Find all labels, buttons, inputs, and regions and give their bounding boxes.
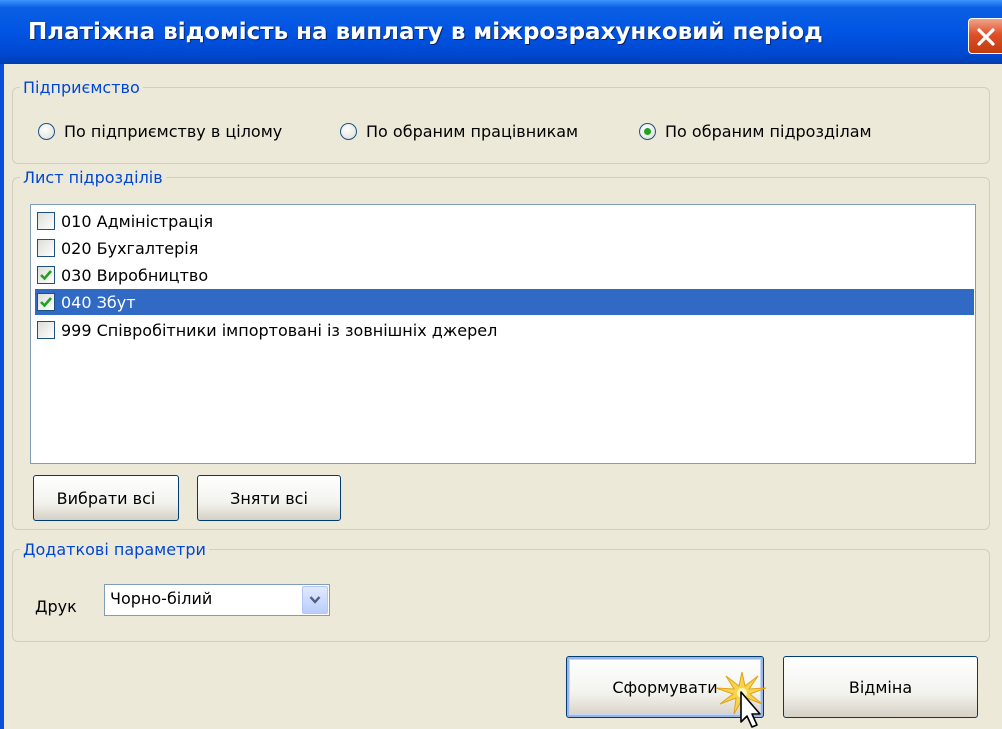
checkbox[interactable] bbox=[37, 321, 55, 339]
list-item-label: 020 Бухгалтерія bbox=[61, 238, 199, 258]
list-item-label: 040 Збут bbox=[61, 292, 136, 312]
close-button[interactable] bbox=[968, 18, 1002, 54]
radio-label: По підприємству в цілому bbox=[64, 121, 283, 141]
dropdown-button[interactable] bbox=[302, 586, 328, 614]
payroll-dialog: Платіжна відомість на виплату в міжрозра… bbox=[0, 0, 1002, 729]
list-item[interactable]: 030 Виробництво bbox=[35, 262, 974, 288]
chevron-down-icon bbox=[309, 596, 321, 604]
print-mode-value: Чорно-білий bbox=[110, 589, 213, 608]
enterprise-group-legend: Підприємство bbox=[23, 78, 140, 97]
radio-label: По обраним працівникам bbox=[366, 121, 579, 141]
list-item[interactable]: 999 Співробітники імпортовані із зовнішн… bbox=[35, 317, 974, 343]
print-mode-select[interactable]: Чорно-білий bbox=[104, 584, 330, 616]
select-all-button[interactable]: Вибрати всі bbox=[33, 475, 179, 521]
radio-button-icon[interactable] bbox=[38, 122, 55, 140]
mouse-pointer-icon bbox=[715, 671, 767, 728]
window-left-border bbox=[0, 64, 4, 729]
radio-button-icon[interactable] bbox=[340, 122, 357, 140]
cancel-button[interactable]: Відміна bbox=[783, 656, 978, 718]
list-item-label: 030 Виробництво bbox=[61, 265, 209, 285]
departments-list[interactable]: 010 Адміністрація 020 Бухгалтерія 030 Ви… bbox=[30, 204, 976, 464]
radio-label: По обраним підрозділам bbox=[665, 121, 872, 141]
list-item[interactable]: 020 Бухгалтерія bbox=[35, 235, 974, 261]
checkmark-icon bbox=[40, 270, 52, 281]
extra-params-group-legend: Додаткові параметри bbox=[23, 540, 206, 559]
list-item[interactable]: 010 Адміністрація bbox=[35, 208, 974, 234]
radio-whole-enterprise[interactable]: По підприємству в цілому bbox=[38, 119, 282, 143]
print-label: Друк bbox=[35, 597, 77, 616]
checkbox[interactable] bbox=[37, 212, 55, 230]
radio-button-selected-icon[interactable] bbox=[639, 122, 656, 140]
list-item-label: 010 Адміністрація bbox=[61, 211, 214, 231]
checkbox[interactable] bbox=[37, 239, 55, 257]
title-bar[interactable]: Платіжна відомість на виплату в міжрозра… bbox=[0, 0, 1002, 64]
list-item-selected[interactable]: 040 Збут bbox=[35, 289, 974, 315]
checkbox-checked[interactable] bbox=[37, 266, 55, 284]
list-item-label: 999 Співробітники імпортовані із зовнішн… bbox=[61, 320, 498, 340]
departments-group-legend: Лист підрозділів bbox=[23, 168, 163, 187]
radio-selected-departments[interactable]: По обраним підрозділам bbox=[639, 119, 872, 143]
deselect-all-button[interactable]: Зняти всі bbox=[197, 475, 341, 521]
radio-selected-employees[interactable]: По обраним працівникам bbox=[340, 119, 578, 143]
close-icon bbox=[977, 28, 995, 46]
checkbox-checked[interactable] bbox=[37, 293, 55, 311]
checkmark-icon bbox=[40, 297, 52, 308]
window-title: Платіжна відомість на виплату в міжрозра… bbox=[28, 19, 823, 45]
